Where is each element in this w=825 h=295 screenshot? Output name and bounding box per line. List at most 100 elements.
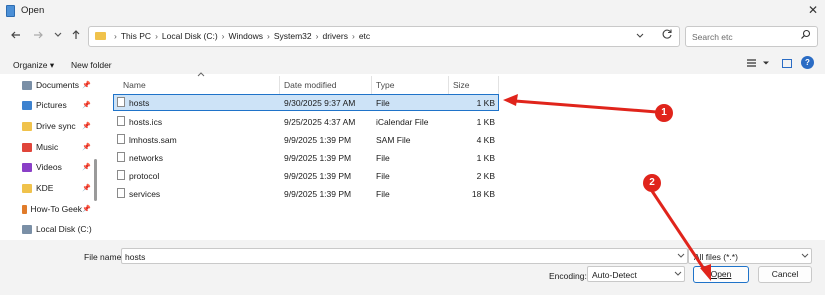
sidebar-item-label: KDE bbox=[36, 183, 54, 193]
encoding-label: Encoding: bbox=[549, 271, 587, 281]
sidebar-item-label: Pictures bbox=[36, 100, 67, 110]
up-arrow-icon[interactable] bbox=[69, 29, 83, 43]
file-type: File bbox=[376, 171, 390, 181]
command-bar bbox=[0, 52, 825, 74]
back-arrow-icon[interactable] bbox=[9, 29, 23, 43]
file-type: iCalendar File bbox=[376, 117, 429, 127]
file-size: 1 KB bbox=[476, 153, 495, 163]
file-icon bbox=[117, 97, 125, 107]
sidebar-scrollbar[interactable] bbox=[94, 159, 97, 201]
sidebar-item-documents[interactable]: Documents bbox=[22, 77, 79, 93]
pin-icon: 📌 bbox=[82, 82, 91, 89]
title-bar bbox=[0, 0, 825, 22]
file-name: hosts bbox=[129, 98, 150, 108]
address-history-icon[interactable] bbox=[635, 30, 645, 42]
file-name: protocol bbox=[129, 171, 160, 181]
file-size: 18 KB bbox=[471, 189, 495, 199]
help-icon[interactable]: ? bbox=[801, 56, 814, 69]
sidebar-item-label: Local Disk (C:) bbox=[36, 224, 92, 234]
sidebar-item-videos[interactable]: Videos bbox=[22, 159, 62, 175]
annotation-badge-2: 2 bbox=[643, 174, 661, 192]
column-header-type[interactable]: Type bbox=[376, 80, 394, 90]
file-size: 4 KB bbox=[476, 135, 495, 145]
breadcrumb-local-disk[interactable]: Local Disk (C:) bbox=[162, 31, 218, 41]
sidebar-item-label: Videos bbox=[36, 162, 62, 172]
refresh-icon[interactable] bbox=[661, 28, 673, 43]
search-icon[interactable] bbox=[800, 29, 811, 43]
pictures-icon bbox=[22, 100, 32, 110]
drive-icon bbox=[22, 224, 32, 234]
breadcrumb[interactable]: › This PC › Local Disk (C:) › Windows › System3… bbox=[110, 31, 370, 41]
forward-arrow-icon[interactable] bbox=[31, 29, 45, 43]
file-type: File bbox=[376, 189, 390, 199]
sidebar-item-drive-sync[interactable]: Drive sync bbox=[22, 118, 76, 134]
chevron-down-icon[interactable] bbox=[677, 251, 685, 261]
column-divider[interactable] bbox=[371, 76, 372, 94]
folder-icon bbox=[22, 204, 27, 214]
breadcrumb-system32[interactable]: System32 bbox=[274, 31, 312, 41]
sidebar-item-how-to-geek[interactable]: How-To Geek bbox=[22, 201, 82, 217]
file-size: 1 KB bbox=[476, 117, 495, 127]
breadcrumb-windows[interactable]: Windows bbox=[229, 31, 263, 41]
cancel-button[interactable]: Cancel bbox=[758, 266, 812, 283]
column-header-date[interactable]: Date modified bbox=[284, 80, 336, 90]
breadcrumb-sep: › bbox=[114, 31, 117, 41]
pin-icon: 📌 bbox=[82, 123, 91, 130]
file-name-field[interactable] bbox=[121, 248, 688, 264]
pin-icon: 📌 bbox=[82, 144, 91, 151]
file-date: 9/30/2025 9:37 AM bbox=[284, 98, 356, 108]
music-icon bbox=[22, 142, 32, 152]
pin-icon: 📌 bbox=[82, 185, 91, 192]
open-button[interactable]: Open bbox=[693, 266, 749, 283]
file-date: 9/9/2025 1:39 PM bbox=[284, 171, 352, 181]
organize-button[interactable]: Organize ▾ bbox=[13, 60, 54, 71]
window-title: Open bbox=[21, 5, 45, 16]
file-type-filter-value: All files (*.*) bbox=[694, 252, 738, 262]
breadcrumb-sep: › bbox=[221, 31, 225, 41]
column-divider[interactable] bbox=[279, 76, 280, 94]
file-name: hosts.ics bbox=[129, 117, 163, 127]
file-name: networks bbox=[129, 153, 164, 163]
sidebar-item-kde[interactable]: KDE bbox=[22, 180, 53, 196]
file-icon bbox=[117, 152, 125, 162]
file-type: SAM File bbox=[376, 135, 411, 145]
chevron-down-icon[interactable] bbox=[674, 269, 682, 279]
column-header-size[interactable]: Size bbox=[453, 80, 470, 90]
file-size: 1 KB bbox=[476, 98, 495, 108]
documents-icon bbox=[22, 80, 32, 90]
file-icon bbox=[117, 188, 125, 198]
close-icon[interactable]: ✕ bbox=[806, 3, 820, 17]
breadcrumb-sep: › bbox=[351, 31, 355, 41]
file-icon bbox=[117, 134, 125, 144]
sidebar-item-music[interactable]: Music bbox=[22, 139, 58, 155]
videos-icon bbox=[22, 162, 32, 172]
file-date: 9/9/2025 1:39 PM bbox=[284, 153, 352, 163]
chevron-down-icon[interactable] bbox=[801, 251, 809, 261]
pin-icon: 📌 bbox=[82, 206, 91, 213]
notepad-icon bbox=[6, 5, 15, 17]
view-dropdown-icon[interactable] bbox=[762, 59, 770, 69]
view-options-icon[interactable] bbox=[746, 58, 757, 71]
breadcrumb-etc[interactable]: etc bbox=[359, 31, 370, 41]
column-divider[interactable] bbox=[498, 76, 499, 94]
file-size: 2 KB bbox=[476, 171, 495, 181]
sidebar-item-label: Drive sync bbox=[36, 121, 76, 131]
column-header-name[interactable]: Name bbox=[123, 80, 146, 90]
preview-pane-icon[interactable] bbox=[782, 59, 792, 68]
chevron-down-icon[interactable] bbox=[51, 29, 65, 43]
breadcrumb-sep: › bbox=[266, 31, 270, 41]
folder-icon bbox=[22, 183, 32, 193]
file-name-value: hosts bbox=[125, 252, 146, 262]
file-type: File bbox=[376, 98, 390, 108]
folder-icon bbox=[22, 121, 32, 131]
file-name-label: File name: bbox=[84, 252, 124, 262]
annotation-badge-1: 1 bbox=[655, 104, 673, 122]
new-folder-button[interactable]: New folder bbox=[71, 60, 112, 70]
sidebar-item-local-disk[interactable]: Local Disk (C:) bbox=[22, 221, 92, 237]
breadcrumb-this-pc[interactable]: This PC bbox=[121, 31, 151, 41]
sidebar-item-label: Documents bbox=[36, 80, 79, 90]
breadcrumb-drivers[interactable]: drivers bbox=[322, 31, 348, 41]
sidebar-item-pictures[interactable]: Pictures bbox=[22, 97, 67, 113]
column-divider[interactable] bbox=[448, 76, 449, 94]
file-name: lmhosts.sam bbox=[129, 135, 177, 145]
